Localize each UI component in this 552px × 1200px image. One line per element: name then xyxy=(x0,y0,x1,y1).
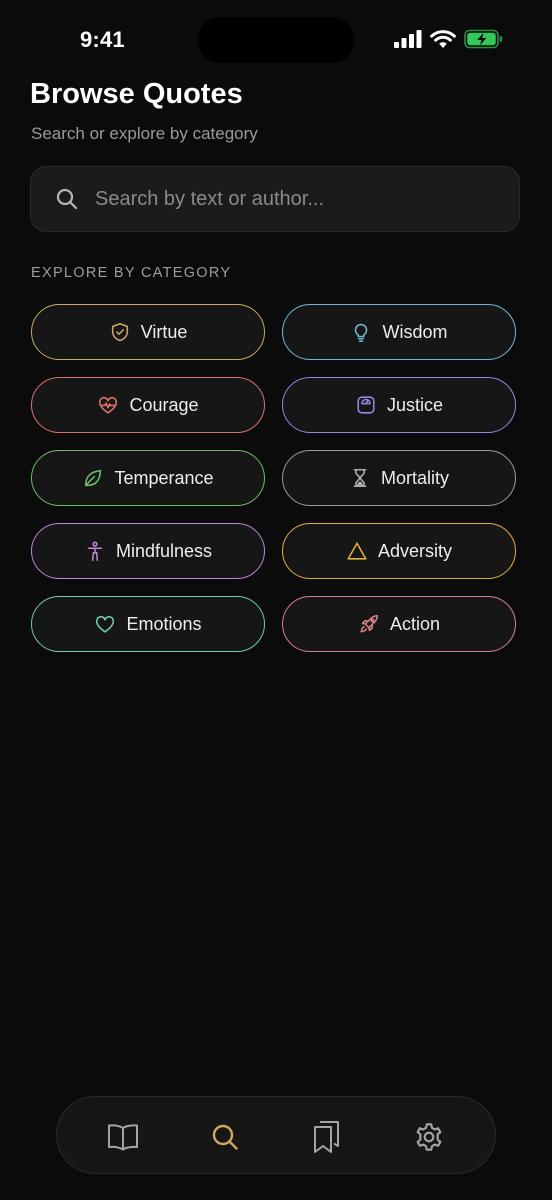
category-chip-mortality[interactable]: Mortality xyxy=(282,450,516,506)
category-label: Emotions xyxy=(126,613,202,634)
status-icons xyxy=(394,29,504,49)
tab-bar xyxy=(56,1096,496,1174)
category-chip-emotions[interactable]: Emotions xyxy=(31,596,265,652)
category-label: Temperance xyxy=(114,467,214,488)
tab-search[interactable] xyxy=(207,1119,243,1155)
scale-icon xyxy=(357,396,375,414)
page-subtitle: Search or explore by category xyxy=(31,124,258,143)
lightbulb-icon xyxy=(355,323,368,342)
category-chip-action[interactable]: Action xyxy=(282,596,516,652)
category-chip-courage[interactable]: Courage xyxy=(31,377,265,433)
wifi-icon xyxy=(430,29,456,48)
category-label: Wisdom xyxy=(382,321,448,342)
category-label: Mortality xyxy=(380,467,449,488)
section-label: EXPLORE BY CATEGORY xyxy=(31,265,232,281)
category-chip-wisdom[interactable]: Wisdom xyxy=(282,304,516,360)
category-label: Action xyxy=(389,613,441,634)
search-icon xyxy=(56,188,78,210)
person-standing-icon xyxy=(87,541,103,561)
tab-library[interactable] xyxy=(105,1119,141,1155)
search-icon xyxy=(212,1124,238,1150)
search-input[interactable] xyxy=(93,186,497,212)
category-chip-mindfulness[interactable]: Mindfulness xyxy=(31,523,265,579)
tab-saved[interactable] xyxy=(309,1119,345,1155)
hourglass-icon xyxy=(353,468,367,488)
battery-charging-icon xyxy=(464,29,503,49)
category-chip-virtue[interactable]: Virtue xyxy=(31,304,265,360)
status-time: 9:41 xyxy=(80,27,125,52)
triangle-icon xyxy=(347,542,367,560)
cellular-signal-icon xyxy=(394,30,422,48)
category-label: Adversity xyxy=(377,540,453,561)
status-bar: 9:41 xyxy=(0,0,552,82)
book-open-icon xyxy=(108,1124,138,1151)
heart-icon xyxy=(96,615,115,633)
category-chip-temperance[interactable]: Temperance xyxy=(31,450,265,506)
leaf-icon xyxy=(85,469,102,487)
category-label: Courage xyxy=(129,394,199,415)
shield-check-icon xyxy=(111,322,128,342)
search-bar[interactable] xyxy=(30,166,520,232)
category-label: Justice xyxy=(386,394,444,415)
page-title: Browse Quotes xyxy=(30,78,243,110)
settings-gear-icon xyxy=(416,1123,442,1151)
rocket-icon xyxy=(360,614,379,633)
category-label: Mindfulness xyxy=(115,540,213,561)
category-label: Virtue xyxy=(140,321,188,342)
heart-pulse-icon xyxy=(99,396,118,414)
bookmarks-icon xyxy=(314,1121,339,1153)
category-chip-justice[interactable]: Justice xyxy=(282,377,516,433)
tab-settings[interactable] xyxy=(411,1119,447,1155)
category-chip-adversity[interactable]: Adversity xyxy=(282,523,516,579)
dynamic-island xyxy=(198,17,354,63)
